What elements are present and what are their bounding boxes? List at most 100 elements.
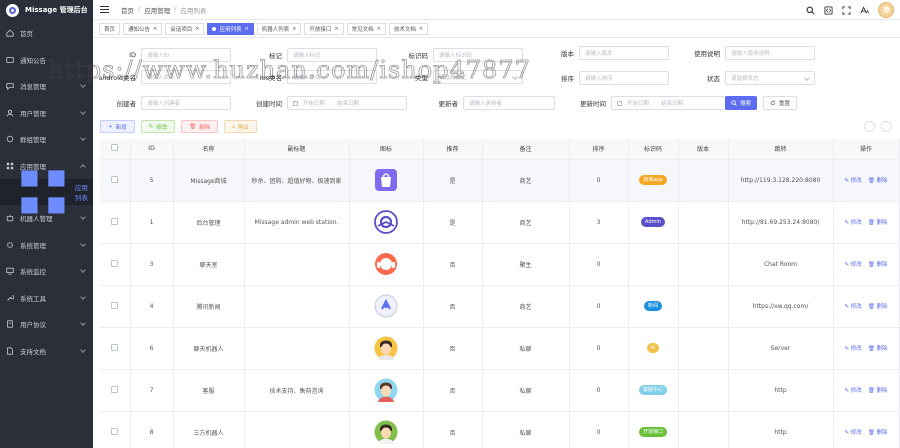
close-icon[interactable]: × [195,26,199,32]
row-delete-link[interactable]: 🗑 删除 [868,176,888,184]
tag-2[interactable]: 会话项目 × [165,22,205,35]
row-delete-link[interactable]: 🗑 删除 [868,344,888,352]
table-row[interactable]: 6 聊天机器人 否私聊 0 AI Server ✎ 修改 🗑 删除 [100,327,900,370]
row-checkbox[interactable] [111,427,119,435]
refresh-table-icon[interactable] [881,121,892,132]
sidebar-item-doc[interactable]: 支持文档 [0,338,93,365]
sidebar-item-app[interactable]: 应用管理 [0,153,93,180]
filter-updated-daterange[interactable]: 开始日期 - 结束日期 [611,96,731,110]
tag-7[interactable]: 技术文档 × [388,22,429,35]
row-checkbox[interactable] [111,217,119,225]
filter-updater-input[interactable]: 请输入更新者 [463,96,555,110]
filter-ios: ios类名 请输入类名 [239,70,377,84]
table-row[interactable]: 4 腾讯新闻 否商艺 0 新闻 https://xw.qq.com/ ✎ 修改 🗑 删除 [100,285,900,328]
row-edit-link[interactable]: ✎ 修改 [844,176,861,184]
close-icon[interactable]: × [377,26,381,32]
filter-sort-input[interactable]: 请输入排序 [579,71,669,85]
table-row[interactable]: 5 Missage商城 秒杀、团购、超值好物、极速到家 是商艺 0 商城app http:/… [100,159,900,202]
add-button[interactable]: + 新增 [100,120,135,133]
sidebar-item-grid[interactable]: 应用列表 [0,170,93,214]
sidebar-item-group[interactable]: 群组管理 [0,126,93,153]
close-icon[interactable]: × [244,26,248,32]
tag-3[interactable]: 应用列表 × [207,22,254,35]
filter-status-select[interactable]: 请选择状态 [725,71,815,85]
filter-android-input[interactable]: 请输入类名 [141,70,231,84]
table-row[interactable]: 7 客服 技术支持、售前咨询 否私聊 0 客服中心 http ✎ 修改 🗑 删除 [100,369,900,412]
row-checkbox[interactable] [111,175,119,183]
row-edit-link[interactable]: ✎ 修改 [844,218,861,226]
row-checkbox[interactable] [111,259,119,267]
row-edit-link[interactable]: ✎ 修改 [844,344,861,352]
tag-4[interactable]: 机器人列表 × [256,22,302,35]
row-checkbox[interactable] [111,343,119,351]
cell-url: Chat Room [728,243,834,286]
edit-button[interactable]: ✎ 修改 [140,120,176,133]
table-row[interactable]: 3 聊天室 否聚生 0 Chat Room ✎ 修改 🗑 删除 [100,243,900,286]
row-edit-link[interactable]: ✎ 修改 [844,302,861,310]
sidebar-item-protocol[interactable]: 用户协议 [0,311,93,338]
sidebar-item-notice[interactable]: 通知公告 [0,47,93,74]
filter-identifier-input[interactable]: 请输入标识码 [433,48,523,62]
filter-created-daterange[interactable]: 开始日期 - 结束日期 [287,96,407,110]
row-checkbox[interactable] [111,385,119,393]
filter-creator-input[interactable]: 请输入创建者 [141,96,231,110]
tag-0[interactable]: 首页 [99,22,121,35]
toggle-search-icon[interactable] [864,121,875,132]
row-checkbox[interactable] [111,301,119,309]
chevron-icon [80,82,86,88]
sidebar-item-tool[interactable]: 系统工具 [0,285,93,312]
select-all-checkbox[interactable] [111,144,119,152]
table-row[interactable]: 8 三方机器人 否私聊 0 开放接口 http ✎ 修改 🗑 删除 [100,411,900,448]
source-code-icon[interactable] [824,5,833,15]
breadcrumb-home[interactable]: 首页 [121,5,134,15]
filter-version-input[interactable]: 请输入版本 [579,46,669,60]
row-delete-link[interactable]: 🗑 删除 [868,260,888,268]
cell-version [678,327,729,370]
filter-flag-input[interactable]: 请输入标记 [287,48,377,62]
user-avatar[interactable] [878,2,894,18]
row-delete-link[interactable]: 🗑 删除 [868,428,888,436]
sidebar-item-robot[interactable]: 机器人管理 [0,205,93,232]
filter-ios-input[interactable]: 请输入类名 [287,70,377,84]
hamburger-menu-icon[interactable] [100,6,109,13]
cell-actions: ✎ 修改 🗑 删除 [833,369,900,412]
cell-version [678,411,729,448]
row-edit-link[interactable]: ✎ 修改 [844,260,861,268]
sidebar-item-label: 消息管理 [20,83,46,92]
breadcrumb-app-management[interactable]: 应用管理 [144,5,170,15]
export-button[interactable]: ⤓ 导出 [224,120,257,133]
customer-service-icon [375,253,397,275]
sidebar-item-home[interactable]: 首页 [0,20,93,47]
tag-label: 常见文档 [351,26,374,33]
table-row[interactable]: 1 后台管理 Missage admin web station. 是商艺 3 Admin… [100,201,900,244]
tag-1[interactable]: 通知公告 × [123,22,163,35]
filter-id-input[interactable]: 请输入ID [141,48,231,62]
close-icon[interactable]: × [419,26,423,32]
sidebar-item-monitor[interactable]: 系统监控 [0,258,93,285]
reset-button[interactable]: 重置 [763,96,798,110]
close-icon[interactable]: × [292,26,296,32]
cell-select [100,369,131,412]
row-edit-link[interactable]: ✎ 修改 [844,386,861,394]
filter-type-select[interactable]: 请选择类型 [433,70,523,84]
close-icon[interactable]: × [334,26,338,32]
font-size-icon[interactable] [860,5,869,15]
close-icon[interactable]: × [153,26,157,32]
delete-button[interactable]: 🗑 删除 [181,120,219,133]
cell-remark: 商艺 [482,159,570,202]
row-delete-link[interactable]: 🗑 删除 [868,386,888,394]
tag-5[interactable]: 开放接口 × [304,22,344,35]
sidebar-item-message[interactable]: 消息管理 [0,73,93,100]
tag-6[interactable]: 常见文档 × [346,22,386,35]
search-icon[interactable] [806,6,815,15]
fullscreen-icon[interactable] [842,5,851,15]
brand[interactable]: Missage 管理后台 [0,0,93,20]
row-delete-link[interactable]: 🗑 删除 [868,218,888,226]
row-delete-link[interactable]: 🗑 删除 [868,302,888,310]
filter-usage-input[interactable]: 请输入使用说明 [725,46,815,60]
row-edit-label: 修改 [850,220,862,226]
row-edit-link[interactable]: ✎ 修改 [844,428,861,436]
sidebar-item-gear[interactable]: 系统管理 [0,232,93,259]
sidebar-item-user[interactable]: 用户管理 [0,100,93,127]
search-button[interactable]: 搜索 [725,96,758,110]
